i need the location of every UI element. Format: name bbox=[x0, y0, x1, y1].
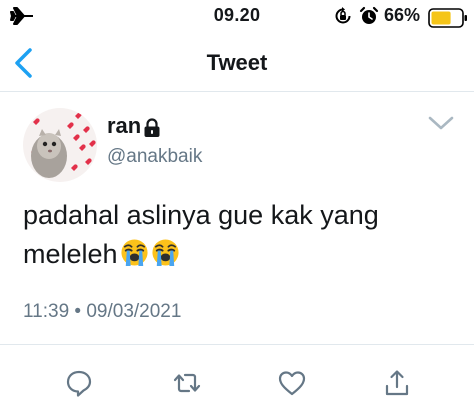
heart-icon[interactable] bbox=[277, 368, 307, 398]
chevron-down-icon[interactable] bbox=[426, 113, 456, 133]
tweet-text-content: padahal aslinya gue kak yang meleleh bbox=[23, 200, 379, 269]
nav-bar: Tweet bbox=[0, 34, 474, 92]
tweet-text: padahal aslinya gue kak yang meleleh bbox=[23, 196, 463, 274]
avatar-image bbox=[23, 108, 97, 182]
lock-icon bbox=[144, 118, 160, 137]
divider bbox=[0, 344, 474, 345]
loudly-crying-face-icon bbox=[152, 239, 179, 267]
rotation-lock-icon bbox=[335, 7, 351, 24]
user-handle[interactable]: @anakbaik bbox=[107, 146, 202, 168]
battery-icon bbox=[428, 8, 467, 28]
retweet-icon[interactable] bbox=[172, 368, 202, 398]
page-title: Tweet bbox=[206, 50, 268, 75]
share-icon[interactable] bbox=[382, 368, 412, 398]
tweet-timestamp: 11:39 • 09/03/2021 bbox=[23, 301, 182, 322]
display-name[interactable]: ran bbox=[107, 113, 141, 139]
alarm-icon bbox=[359, 6, 379, 24]
status-bar: 09.20 66% bbox=[0, 0, 474, 34]
loudly-crying-face-icon bbox=[121, 239, 148, 267]
avatar[interactable] bbox=[23, 108, 97, 182]
battery-fill bbox=[431, 11, 451, 25]
reply-icon[interactable] bbox=[64, 368, 94, 398]
battery-percent: 66% bbox=[384, 5, 421, 25]
